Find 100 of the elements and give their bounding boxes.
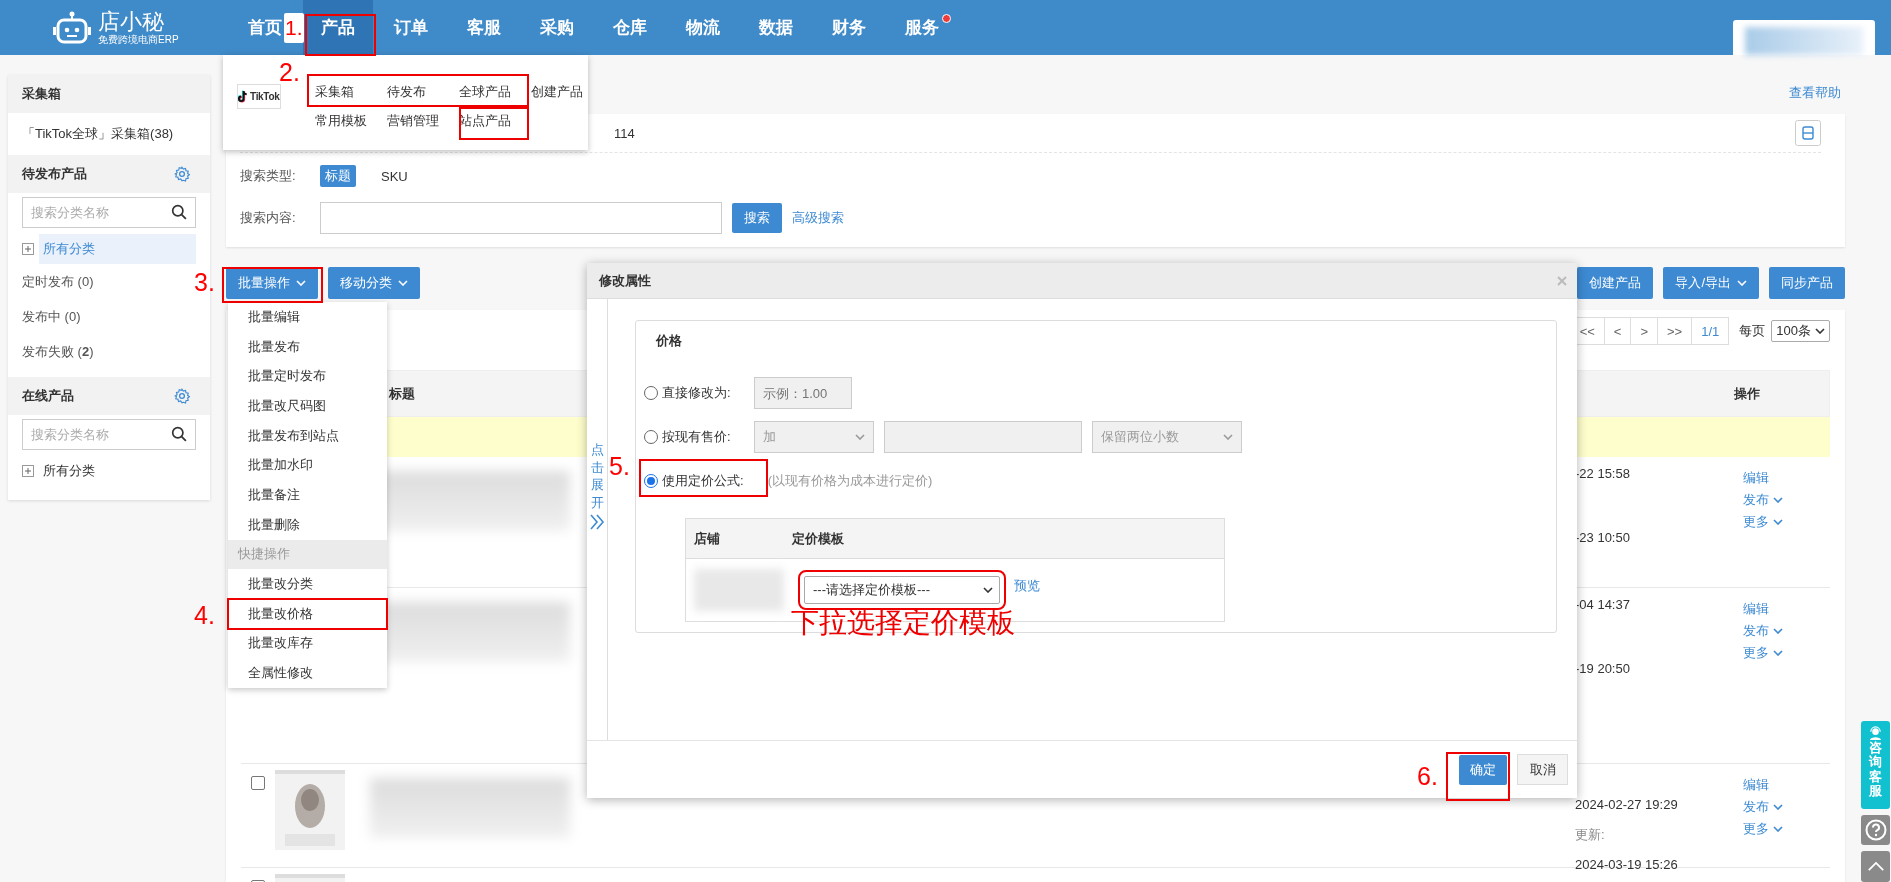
robot-logo-icon [52,10,92,45]
toolbar-button[interactable]: 导入/导出 [1663,267,1759,299]
toolbar-button[interactable]: 移动分类 [328,267,420,299]
menu-item[interactable]: 批量发布到站点 [228,420,387,451]
toolbar-button[interactable]: 同步产品 [1769,267,1845,299]
menu-item[interactable]: 批量备注 [228,480,387,510]
sidebar-item[interactable]: 发布中 (0) [22,299,196,334]
menu-item[interactable]: 批量发布 [228,331,387,362]
menu-item[interactable]: 批量定时发布 [228,361,387,392]
double-chevron-icon[interactable] [589,513,605,532]
sidebar-item[interactable]: 发布失败 (2) [22,334,196,369]
caret-icon [983,587,993,593]
search-field[interactable]: 搜索分类名称 [22,197,196,228]
search-type-option[interactable]: SKU [376,166,413,186]
search-icon [171,204,188,221]
highlight-frame [305,14,376,56]
headset-person-icon [1868,726,1883,741]
option-label: 按现有售价: [662,428,732,446]
action-link[interactable]: 发布 [1743,489,1830,511]
action-link[interactable]: 更多 [1743,642,1830,664]
menu-item[interactable]: 批量编辑 [228,302,387,332]
price-input[interactable]: 示例：1.00 [754,377,852,409]
step-number: 6. [1417,761,1438,791]
column-header: 店铺 [693,529,721,548]
column-header: 定价模板 [792,529,845,548]
step-number: 3. [194,267,215,297]
menu-item[interactable]: 批量加水印 [228,450,387,481]
help-icon [1864,819,1887,841]
timestamp: 2024-03-19 15:26 [1575,856,1679,874]
nav-item[interactable]: 数据 [759,0,793,55]
menu-item[interactable]: 常用模板 [314,111,367,130]
search-field[interactable]: 搜索分类名称 [22,419,196,450]
help-button[interactable] [1861,815,1890,845]
menu-item[interactable]: 全属性修改 [228,658,387,688]
menu-item[interactable]: 批量改分类 [228,569,387,599]
tree-item[interactable]: 所有分类 [39,456,196,486]
menu-item[interactable]: 批量改尺码图 [228,391,387,421]
platform-logo[interactable]: TikTok [237,84,281,109]
caret-icon [1815,328,1825,334]
search-type-option[interactable]: 标题 [320,165,356,187]
help-link[interactable]: 查看帮助 [1789,84,1841,102]
page-indicator: 1/1 [1691,317,1730,345]
store-text: 114 [614,125,635,141]
expand-link[interactable]: 点击展开 [590,441,604,512]
cancel-button[interactable]: 取消 [1517,754,1568,785]
nav-item[interactable]: 采购 [540,0,574,55]
nav-item[interactable]: 订单 [394,0,428,55]
option-label: 使用定价公式: [662,472,744,490]
nav-item[interactable]: 首页 [248,0,282,55]
expand-icon[interactable] [22,243,34,255]
tree-item[interactable]: 所有分类 [39,234,196,264]
nav-item[interactable]: 仓库 [613,0,647,55]
advanced-search-link[interactable]: 高级搜索 [792,209,844,227]
pager-button[interactable]: >> [1657,317,1693,345]
menu-item[interactable]: 营销管理 [386,111,439,130]
per-page-select[interactable]: 100条 [1771,320,1830,342]
action-link[interactable]: 发布 [1743,620,1830,642]
toolbar-button[interactable]: 创建产品 [1577,267,1654,299]
preview-link[interactable]: 预览 [1014,577,1040,595]
action-link[interactable]: 更多 [1743,818,1830,840]
checkbox[interactable] [251,776,265,790]
nav-item[interactable]: 财务 [832,0,866,55]
action-link[interactable]: 编辑 [1743,467,1830,489]
menu-item[interactable]: 批量改库存 [228,628,387,659]
sidebar-item[interactable]: 定时发布 (0) [22,264,196,299]
collapse-icon[interactable] [1795,120,1821,146]
logo-name: 店小秘 [98,9,165,34]
expand-icon[interactable] [22,465,34,477]
menu-item[interactable]: 全球产品 [458,82,511,101]
menu-item[interactable]: 待发布 [386,82,426,101]
operator-select[interactable]: 加 [754,421,874,453]
search-input[interactable] [320,202,722,234]
music-note-icon [238,90,249,103]
action-link[interactable]: 发布 [1743,796,1830,818]
settings-icon[interactable] [174,166,190,182]
search-icon [171,426,188,443]
nav-item[interactable]: 产品 [303,0,373,55]
action-link[interactable]: 更多 [1743,511,1830,533]
pager-button[interactable]: > [1630,317,1659,345]
amount-input[interactable] [884,421,1082,453]
menu-section-header: 快捷操作 [228,539,387,570]
menu-item[interactable]: 采集箱 [314,82,354,101]
toolbar-button[interactable]: 批量操作 [226,267,318,299]
confirm-button[interactable]: 确定 [1459,754,1507,785]
menu-item[interactable]: 创建产品 [530,82,583,101]
pager-button[interactable]: < [1603,317,1632,345]
section-title: 采集箱 [22,85,61,103]
action-link[interactable]: 编辑 [1743,598,1830,620]
search-button[interactable]: 搜索 [732,203,782,233]
menu-item[interactable]: 批量删除 [228,509,387,540]
nav-item[interactable]: 物流 [686,0,720,55]
menu-item[interactable]: 批量改价格 [228,598,387,629]
action-link[interactable]: 编辑 [1743,774,1830,796]
nav-item[interactable]: 服务 [905,0,939,55]
nav-item[interactable]: 客服 [467,0,501,55]
rounding-select[interactable]: 保留两位小数 [1092,421,1242,453]
settings-icon[interactable] [174,388,190,404]
dialog-title: 修改属性 [599,271,651,290]
back-to-top-button[interactable] [1861,851,1890,882]
sidebar-item[interactable]: 「TikTok全球」采集箱(38) [8,113,210,155]
